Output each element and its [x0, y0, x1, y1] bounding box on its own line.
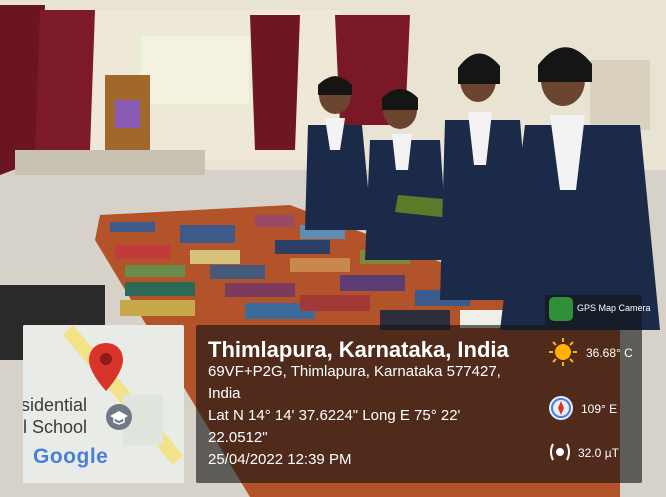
magnetic-field: 32.0 µT	[578, 446, 619, 460]
magnet-icon	[548, 440, 572, 469]
gps-camera-icon	[549, 297, 573, 321]
sun-icon	[548, 337, 578, 372]
latlong-line-2: 22.0512"	[208, 429, 268, 446]
app-name: GPS Map Camera	[577, 303, 651, 313]
temperature: 36.68° C	[586, 346, 633, 360]
map-thumbnail: sidential l School Google	[23, 325, 184, 483]
datetime: 25/04/2022 12:39 PM	[208, 451, 352, 468]
compass-icon	[548, 395, 574, 426]
location-title: Thimlapura, Karnataka, India	[208, 337, 509, 362]
map-label-1: sidential	[23, 395, 88, 415]
google-logo: Google	[33, 445, 109, 468]
direction: 109° E	[581, 402, 618, 416]
latlong-line-1: Lat N 14° 14' 37.6224" Long E 75° 22'	[208, 407, 461, 424]
address-line-1: 69VF+P2G, Thimlapura, Karnataka 577427,	[208, 363, 501, 380]
app-badge: GPS Map Camera	[545, 295, 651, 325]
location-overlay: Thimlapura, Karnataka, India 69VF+P2G, T…	[196, 325, 642, 483]
map-label-2: l School	[23, 417, 88, 437]
address-line-2: India	[208, 385, 241, 402]
